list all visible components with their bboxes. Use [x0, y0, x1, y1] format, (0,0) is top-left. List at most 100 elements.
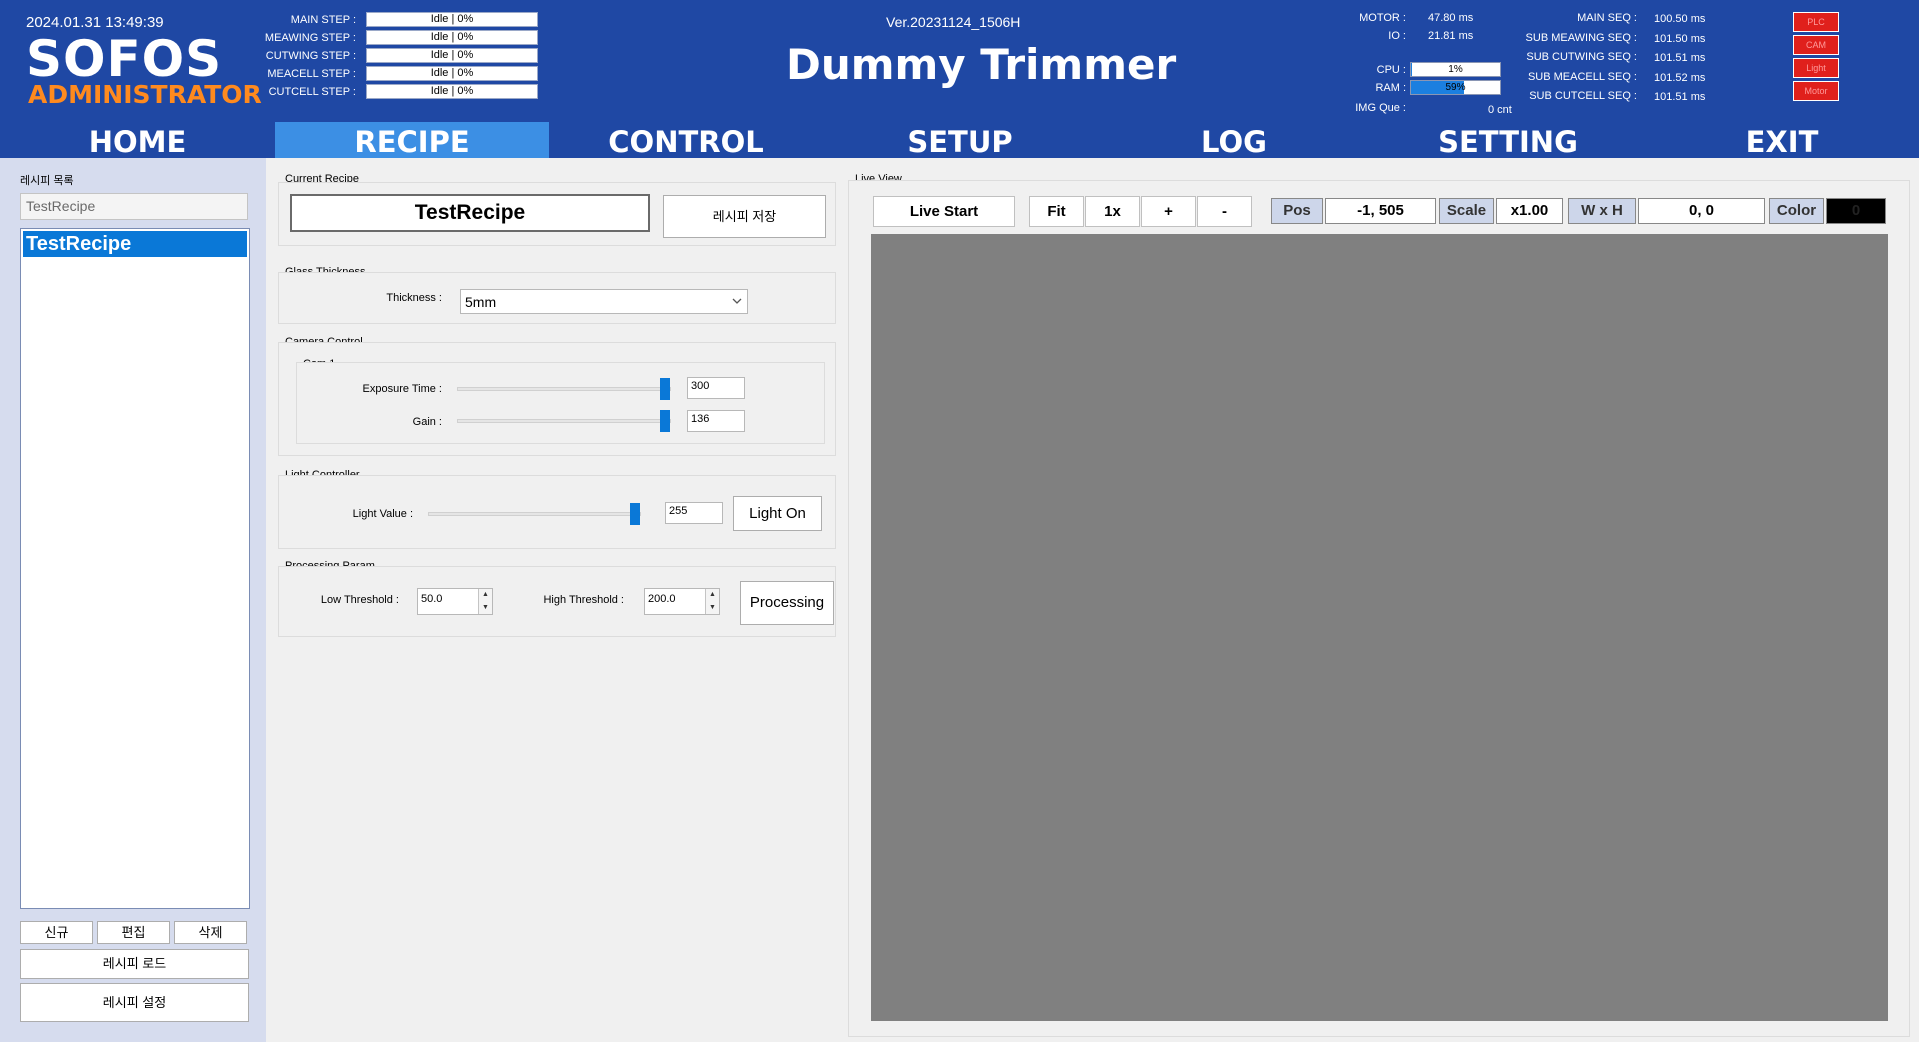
motor-status-indicator: Motor	[1793, 81, 1839, 101]
scale-value: x1.00	[1496, 198, 1563, 224]
main-step-value: Idle | 0%	[366, 12, 538, 27]
io-label: IO :	[1388, 30, 1406, 42]
exposure-time-label: Exposure Time :	[362, 383, 442, 395]
cpu-value: 1%	[1448, 64, 1463, 75]
meacell-step-label: MEACELL STEP :	[267, 68, 356, 80]
app-title: Dummy Trimmer	[786, 40, 1177, 89]
nav-exit[interactable]: EXIT	[1645, 122, 1919, 159]
new-recipe-button[interactable]: 신규	[20, 921, 93, 944]
light-value-label: Light Value :	[352, 508, 413, 520]
load-recipe-button[interactable]: 레시피 로드	[20, 949, 249, 979]
meawing-step-label: MEAWING STEP :	[264, 32, 356, 44]
gain-value-input[interactable]: 136	[687, 410, 745, 432]
pos-label: Pos	[1271, 198, 1323, 224]
sub-meawing-seq-label: SUB MEAWING SEQ :	[1525, 32, 1637, 44]
zoom-in-button[interactable]: +	[1141, 196, 1196, 227]
exposure-slider-thumb[interactable]	[660, 378, 670, 400]
live-view-image[interactable]	[871, 234, 1888, 1021]
sub-meacell-seq-value: 101.52 ms	[1654, 72, 1706, 84]
cutcell-step-value: Idle | 0%	[366, 84, 538, 99]
nav-home[interactable]: HOME	[0, 122, 275, 159]
light-slider-track[interactable]	[428, 512, 641, 516]
gain-slider-thumb[interactable]	[660, 410, 670, 432]
thickness-label: Thickness :	[386, 292, 442, 304]
low-threshold-up-icon[interactable]: ▲	[478, 589, 492, 601]
nav-log[interactable]: LOG	[1097, 122, 1371, 159]
high-threshold-up-icon[interactable]: ▲	[705, 589, 719, 601]
cutcell-step-label: CUTCELL STEP :	[268, 86, 356, 98]
color-label: Color	[1769, 198, 1824, 224]
recipe-list-panel: 레시피 목록 TestRecipe TestRecipe 신규 편집 삭제 레시…	[0, 158, 266, 1042]
exposure-value-input[interactable]: 300	[687, 377, 745, 399]
nav-recipe[interactable]: RECIPE	[275, 122, 549, 159]
thickness-select[interactable]: 5mm	[460, 289, 748, 314]
img-que-value: 0 cnt	[1488, 104, 1512, 116]
plc-status-indicator: PLC	[1793, 12, 1839, 32]
app-window: 2024.01.31 13:49:39 SOFOS ADMINISTRATOR …	[0, 0, 1919, 1042]
light-status-indicator: Light	[1793, 58, 1839, 78]
ram-label: RAM :	[1375, 82, 1406, 94]
light-slider-thumb[interactable]	[630, 503, 640, 525]
version-label: Ver.20231124_1506H	[886, 14, 1021, 30]
edit-recipe-button[interactable]: 편집	[97, 921, 170, 944]
sub-cutcell-seq-label: SUB CUTCELL SEQ :	[1529, 90, 1637, 102]
gain-slider-track[interactable]	[457, 419, 671, 423]
sub-cutwing-seq-label: SUB CUTWING SEQ :	[1526, 51, 1637, 63]
high-threshold-value: 200.0	[648, 593, 676, 605]
high-threshold-input[interactable]: 200.0 ▲ ▼	[644, 588, 720, 615]
color-value: 0	[1826, 198, 1886, 224]
cpu-meter: 1%	[1410, 62, 1501, 77]
low-threshold-value: 50.0	[421, 593, 443, 605]
nav-setting[interactable]: SETTING	[1371, 122, 1645, 159]
scale-label: Scale	[1439, 198, 1494, 224]
gain-label: Gain :	[412, 416, 442, 428]
motor-label: MOTOR :	[1359, 12, 1406, 24]
ram-meter: 59%	[1410, 80, 1501, 95]
cam-status-indicator: CAM	[1793, 35, 1839, 55]
img-que-label: IMG Que :	[1355, 102, 1406, 114]
sub-meawing-seq-value: 101.50 ms	[1654, 33, 1706, 45]
live-start-button[interactable]: Live Start	[873, 196, 1015, 227]
meacell-step-value: Idle | 0%	[366, 66, 538, 81]
motor-value: 47.80 ms	[1428, 12, 1474, 24]
header: 2024.01.31 13:49:39 SOFOS ADMINISTRATOR …	[0, 0, 1919, 159]
main-seq-label: MAIN SEQ :	[1577, 12, 1637, 24]
zoom-1x-button[interactable]: 1x	[1085, 196, 1140, 227]
exposure-slider-track[interactable]	[457, 387, 671, 391]
delete-recipe-button[interactable]: 삭제	[174, 921, 247, 944]
high-threshold-down-icon[interactable]: ▼	[705, 601, 719, 614]
user-role: ADMINISTRATOR	[28, 80, 262, 109]
chevron-down-icon	[732, 298, 742, 304]
ram-value: 59%	[1445, 82, 1466, 93]
processing-button[interactable]: Processing	[740, 581, 834, 625]
list-item[interactable]: TestRecipe	[23, 231, 247, 257]
recipe-search-input[interactable]: TestRecipe	[20, 193, 248, 220]
low-threshold-input[interactable]: 50.0 ▲ ▼	[417, 588, 493, 615]
nav-setup[interactable]: SETUP	[823, 122, 1097, 159]
zoom-out-button[interactable]: -	[1197, 196, 1252, 227]
zoom-fit-button[interactable]: Fit	[1029, 196, 1084, 227]
sub-cutwing-seq-value: 101.51 ms	[1654, 52, 1706, 64]
pos-value: -1, 505	[1325, 198, 1436, 224]
current-recipe-name: TestRecipe	[290, 194, 650, 232]
datetime: 2024.01.31 13:49:39	[26, 14, 164, 31]
recipe-list-title: 레시피 목록	[20, 175, 74, 187]
sub-meacell-seq-label: SUB MEACELL SEQ :	[1527, 71, 1637, 83]
low-threshold-down-icon[interactable]: ▼	[478, 601, 492, 614]
recipe-settings-button[interactable]: 레시피 설정	[20, 983, 249, 1022]
main-step-label: MAIN STEP :	[290, 14, 356, 26]
light-on-button[interactable]: Light On	[733, 496, 822, 531]
light-value-input[interactable]: 255	[665, 502, 723, 524]
io-value: 21.81 ms	[1428, 30, 1474, 42]
sub-cutcell-seq-value: 101.51 ms	[1654, 91, 1706, 103]
thickness-value: 5mm	[465, 294, 497, 310]
wh-value: 0, 0	[1638, 198, 1765, 224]
main-seq-value: 100.50 ms	[1654, 13, 1706, 25]
save-recipe-button[interactable]: 레시피 저장	[663, 195, 826, 238]
recipe-list[interactable]: TestRecipe	[20, 228, 250, 909]
meawing-step-value: Idle | 0%	[366, 30, 538, 45]
nav-control[interactable]: CONTROL	[549, 122, 823, 159]
cpu-label: CPU :	[1376, 64, 1406, 76]
low-threshold-label: Low Threshold :	[320, 594, 399, 606]
cutwing-step-value: Idle | 0%	[366, 48, 538, 63]
